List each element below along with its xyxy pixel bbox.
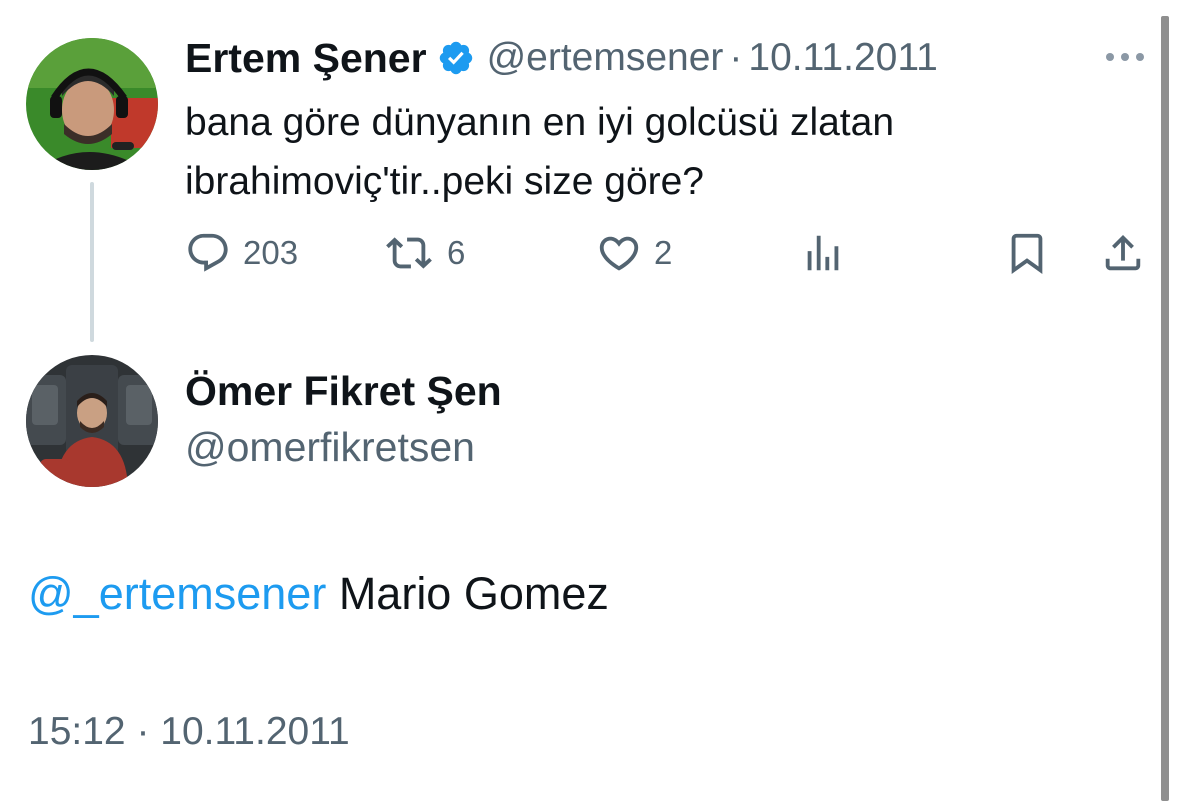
avatar-omer-fikret-sen[interactable] xyxy=(26,355,158,487)
separator-dot: · xyxy=(729,36,743,79)
heart-icon xyxy=(599,236,639,271)
reply-count: 203 xyxy=(243,234,299,271)
share-button[interactable] xyxy=(1100,226,1146,280)
like-button[interactable]: 2 xyxy=(596,226,672,280)
reply-author-handle[interactable]: @omerfikretsen xyxy=(185,424,475,471)
parent-tweet-header: Ertem Şener @ertemsener · 10.11.2011 xyxy=(185,33,938,83)
share-icon xyxy=(1105,234,1141,271)
like-count: 2 xyxy=(654,234,673,271)
analytics-icon xyxy=(807,235,839,271)
author-handle[interactable]: @ertemsener xyxy=(487,36,724,80)
bookmark-icon xyxy=(1011,233,1043,274)
tweet-text: bana göre dünyanın en iyi golcüsü zlatan… xyxy=(185,101,895,203)
views-button[interactable] xyxy=(800,226,846,280)
reply-text-body: Mario Gomez xyxy=(326,568,609,619)
author-name[interactable]: Ertem Şener xyxy=(185,35,427,82)
reply-separator-dot: · xyxy=(136,710,150,753)
more-options-button[interactable] xyxy=(1100,40,1150,74)
bookmark-button[interactable] xyxy=(1004,226,1050,280)
retweet-icon xyxy=(386,237,432,269)
more-dots-icon xyxy=(1106,53,1144,61)
reply-date: 10.11.2011 xyxy=(160,710,350,753)
retweet-count: 6 xyxy=(447,234,466,271)
reply-button[interactable]: 203 xyxy=(185,226,298,280)
tweet-date[interactable]: 10.11.2011 xyxy=(748,36,937,80)
reply-author-name[interactable]: Ömer Fikret Şen xyxy=(185,368,502,415)
avatar-ertem-sener[interactable] xyxy=(26,38,158,170)
verified-badge-icon xyxy=(437,39,475,77)
reply-icon xyxy=(188,233,228,272)
scrollbar[interactable] xyxy=(1161,16,1169,801)
mention-link[interactable]: @_ertemsener xyxy=(28,568,326,619)
reply-time: 15:12 xyxy=(28,710,126,753)
thread-connector-line xyxy=(90,182,94,342)
reply-timestamp[interactable]: 15:12 · 10.11.2011 xyxy=(28,710,350,754)
retweet-button[interactable]: 6 xyxy=(383,226,465,280)
reply-tweet-text: @_ertemsener Mario Gomez xyxy=(28,568,609,620)
